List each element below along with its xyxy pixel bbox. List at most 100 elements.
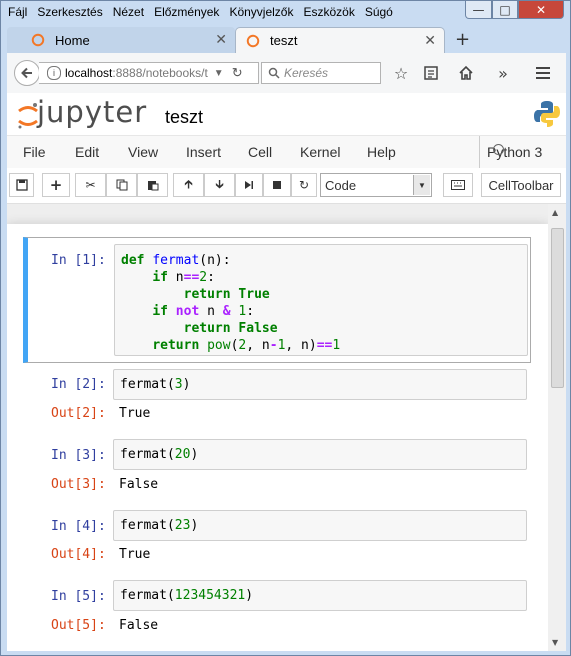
scissors-icon: ✂ bbox=[85, 178, 96, 192]
tab-teszt-label: teszt bbox=[270, 33, 298, 48]
new-tab-button[interactable]: + bbox=[455, 29, 470, 50]
arrow-down-icon: 🡳 bbox=[215, 176, 224, 191]
home-icon[interactable] bbox=[456, 63, 476, 83]
browser-menubar: Fájl Szerkesztés Nézet Előzmények Könyvj… bbox=[3, 3, 398, 23]
reload-icon[interactable]: ↻ bbox=[232, 65, 243, 81]
menu-file[interactable]: Fájl bbox=[3, 3, 32, 23]
paste-button[interactable] bbox=[137, 173, 168, 197]
save-icon bbox=[15, 179, 28, 191]
scroll-down-icon[interactable]: ▼ bbox=[552, 638, 558, 647]
output-result: False bbox=[119, 618, 159, 633]
copy-icon bbox=[116, 179, 127, 191]
keyboard-icon bbox=[451, 180, 465, 190]
notebook-container: In [1]: def fermat(n): if n==2: return T… bbox=[7, 224, 548, 651]
output-prompt: Out[3]: bbox=[51, 477, 106, 492]
menu-kernel[interactable]: Kernel bbox=[300, 144, 340, 160]
search-input[interactable]: Keresés bbox=[261, 62, 381, 84]
code-editor[interactable]: fermat(3) bbox=[113, 369, 527, 400]
menu-view[interactable]: View bbox=[128, 144, 158, 160]
kernel-indicator: Python 3 bbox=[479, 136, 542, 168]
cell-type-select[interactable]: Code ▼ bbox=[320, 173, 432, 197]
copy-button[interactable] bbox=[106, 173, 137, 197]
menu-help[interactable]: Súgó bbox=[360, 3, 398, 23]
cut-button[interactable]: ✂ bbox=[75, 173, 106, 197]
navigation-bar: i localhost:8888/notebooks/t ▼ ↻ Keresés… bbox=[7, 53, 566, 94]
scroll-up-icon[interactable]: ▲ bbox=[552, 208, 558, 217]
run-cell-button[interactable] bbox=[235, 173, 263, 197]
input-prompt: In [3]: bbox=[51, 448, 106, 463]
chevron-down-icon: ▼ bbox=[413, 175, 430, 195]
menu-edit[interactable]: Szerkesztés bbox=[32, 3, 107, 23]
menu-help[interactable]: Help bbox=[367, 144, 396, 160]
code-cell-selected[interactable]: In [1]: def fermat(n): if n==2: return T… bbox=[23, 237, 531, 363]
code-cell[interactable]: In [4]: fermat(23) Out[4]: True bbox=[23, 509, 531, 571]
notebook-title[interactable]: teszt bbox=[165, 107, 203, 128]
menu-history[interactable]: Előzmények bbox=[149, 3, 224, 23]
close-window-button[interactable]: ✕ bbox=[518, 1, 564, 19]
stop-icon bbox=[273, 181, 281, 189]
python-logo-icon bbox=[534, 101, 560, 127]
menu-edit[interactable]: Edit bbox=[75, 144, 99, 160]
tab-home-label: Home bbox=[55, 32, 90, 48]
cell-type-value: Code bbox=[325, 177, 357, 193]
scrollbar-thumb[interactable] bbox=[551, 228, 564, 388]
code-cell[interactable]: In [5]: fermat(123454321) Out[5]: False bbox=[23, 580, 531, 642]
address-bar[interactable]: i localhost:8888/notebooks/t ▼ ↻ bbox=[39, 62, 259, 84]
celltoolbar-button[interactable]: CellToolbar bbox=[481, 173, 561, 197]
url-dropdown-icon[interactable]: ▼ bbox=[214, 68, 224, 79]
input-prompt: In [4]: bbox=[51, 519, 106, 534]
hamburger-menu-icon[interactable] bbox=[533, 63, 553, 83]
page-scrollbar[interactable]: ▲ ▼ bbox=[548, 204, 566, 651]
output-prompt: Out[2]: bbox=[51, 406, 106, 421]
menu-tools[interactable]: Eszközök bbox=[298, 3, 359, 23]
notebook-menubar: File Edit View Insert Cell Kernel Help P… bbox=[7, 135, 566, 169]
input-prompt: In [5]: bbox=[51, 589, 106, 604]
url-path: :8888/notebooks/t bbox=[112, 66, 208, 80]
code-editor[interactable]: fermat(123454321) bbox=[113, 580, 527, 611]
jupyter-logo-text[interactable]: jupyter bbox=[37, 95, 147, 129]
insert-cell-button[interactable]: + bbox=[42, 173, 70, 197]
menu-insert[interactable]: Insert bbox=[186, 144, 221, 160]
site-info-icon[interactable]: i bbox=[47, 66, 61, 80]
url-host: localhost bbox=[65, 66, 113, 80]
output-result: False bbox=[119, 477, 159, 492]
browser-window: Fájl Szerkesztés Nézet Előzmények Könyvj… bbox=[0, 0, 571, 656]
interrupt-button[interactable] bbox=[263, 173, 291, 197]
menu-file[interactable]: File bbox=[23, 144, 46, 160]
code-cell[interactable]: In [2]: fermat(3) Out[2]: True bbox=[23, 369, 531, 431]
plus-icon: + bbox=[49, 176, 63, 194]
search-icon bbox=[268, 67, 280, 79]
refresh-icon: ↻ bbox=[298, 178, 310, 192]
code-cell[interactable]: In [3]: fermat(20) Out[3]: False bbox=[23, 439, 531, 501]
bookmark-star-icon[interactable]: ☆ bbox=[391, 63, 411, 83]
paste-icon bbox=[147, 181, 158, 191]
menu-view[interactable]: Nézet bbox=[108, 3, 149, 23]
close-tab-icon[interactable]: ✕ bbox=[215, 31, 227, 48]
code-editor[interactable]: fermat(20) bbox=[113, 439, 527, 470]
menu-bookmarks[interactable]: Könyvjelzők bbox=[224, 3, 298, 23]
command-palette-button[interactable] bbox=[443, 173, 473, 197]
tab-strip: Home ✕ teszt ✕ + bbox=[7, 27, 566, 53]
jupyter-page: jupyter teszt File Edit View Insert Cell… bbox=[7, 93, 566, 651]
notebook-area: In [1]: def fermat(n): if n==2: return T… bbox=[7, 203, 566, 651]
code-editor[interactable]: fermat(23) bbox=[113, 510, 527, 541]
output-prompt: Out[5]: bbox=[51, 618, 106, 633]
back-button[interactable] bbox=[14, 60, 40, 86]
code-editor[interactable]: def fermat(n): if n==2: return True if n… bbox=[114, 244, 528, 356]
save-button[interactable] bbox=[9, 173, 34, 197]
overflow-chevron-icon[interactable]: » bbox=[493, 63, 513, 83]
jupyter-header: jupyter teszt bbox=[7, 93, 566, 135]
maximize-button[interactable]: □ bbox=[492, 1, 518, 19]
tab-teszt[interactable]: teszt ✕ bbox=[235, 27, 445, 53]
minimize-button[interactable]: — bbox=[465, 1, 492, 19]
input-prompt: In [1]: bbox=[51, 253, 106, 268]
menu-cell[interactable]: Cell bbox=[248, 144, 272, 160]
notebook-toolbar: + ✂ 🡱 🡳 ↻ Code ▼ CellToolbar bbox=[7, 168, 566, 203]
reading-list-icon[interactable] bbox=[421, 63, 441, 83]
step-forward-icon bbox=[245, 181, 253, 189]
restart-kernel-button[interactable]: ↻ bbox=[291, 173, 317, 197]
close-tab-icon[interactable]: ✕ bbox=[424, 32, 436, 49]
move-down-button[interactable]: 🡳 bbox=[204, 173, 235, 197]
tab-home[interactable]: Home ✕ bbox=[7, 27, 235, 53]
move-up-button[interactable]: 🡱 bbox=[173, 173, 204, 197]
